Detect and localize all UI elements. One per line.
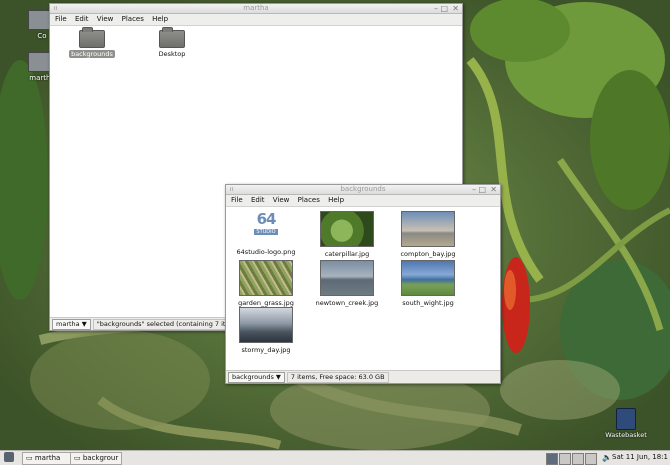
desktop-icon-label: Wastebasket [605, 431, 647, 439]
file-item[interactable]: stormy_day.jpg [226, 307, 306, 354]
file-item[interactable]: compton_bay.jpg [388, 211, 468, 258]
file-label: south_wight.jpg [402, 299, 454, 307]
clock[interactable]: Sat 11 Jun, 18:1 [612, 451, 668, 464]
close-icon[interactable]: ✕ [452, 4, 459, 13]
file-item[interactable]: 64 STUDIO 64studio-logo.png [226, 211, 306, 256]
file-label: newtown_creek.jpg [315, 299, 379, 307]
taskbar-label: martha [34, 454, 61, 462]
location-dropdown[interactable]: martha ▼ [52, 319, 91, 330]
window-title: martha [243, 4, 269, 12]
taskbar-button-martha[interactable]: ▭ martha [22, 452, 72, 465]
file-label: caterpillar.jpg [324, 250, 370, 258]
desktop-icon-label: Co [37, 32, 47, 40]
minimize-icon[interactable]: – [472, 185, 476, 194]
logo-word: STUDIO [254, 229, 278, 235]
workspace-2[interactable] [559, 453, 571, 465]
close-icon[interactable]: ✕ [490, 185, 497, 194]
menu-places[interactable]: Places [298, 196, 320, 204]
window-menu-icon[interactable]: ⠶ [53, 4, 58, 13]
folder-icon [79, 27, 105, 48]
file-manager-window-backgrounds[interactable]: ⠶ backgrounds – □ ✕ File Edit View Place… [225, 184, 501, 384]
file-label: 64studio-logo.png [236, 248, 296, 256]
volume-icon[interactable]: 🔈 [602, 451, 612, 464]
folder-label: Desktop [158, 50, 186, 58]
wastebasket-icon [616, 408, 636, 430]
status-text: 7 items, Free space: 63.0 GB [286, 372, 389, 383]
file-item[interactable]: newtown_creek.jpg [307, 260, 387, 307]
folder-desktop[interactable]: Desktop [142, 27, 202, 58]
menu-view[interactable]: View [97, 15, 114, 23]
statusbar: backgrounds ▼ 7 items, Free space: 63.0 G… [226, 370, 500, 383]
minimize-icon[interactable]: – [434, 4, 438, 13]
file-item[interactable]: garden_grass.jpg [226, 260, 306, 307]
menubar: File Edit View Places Help [50, 14, 462, 26]
window-menu-icon[interactable]: ⠶ [229, 185, 234, 194]
taskbar-label: backgrour [82, 454, 119, 462]
menu-edit[interactable]: Edit [75, 15, 89, 23]
garden-grass-thumbnail [239, 260, 293, 296]
menu-help[interactable]: Help [328, 196, 344, 204]
menu-help[interactable]: Help [152, 15, 168, 23]
folder-backgrounds[interactable]: backgrounds [62, 27, 122, 58]
taskbar-button-backgrounds[interactable]: ▭ backgrour [70, 452, 122, 465]
menu-places[interactable]: Places [122, 15, 144, 23]
maximize-icon[interactable]: □ [440, 4, 448, 13]
window-titlebar[interactable]: ⠶ backgrounds – □ ✕ [226, 185, 500, 195]
main-menu-icon[interactable] [4, 452, 14, 462]
window-title: backgrounds [340, 185, 386, 193]
workspace-1[interactable] [546, 453, 558, 465]
maximize-icon[interactable]: □ [478, 185, 486, 194]
south-wight-thumbnail [401, 260, 455, 296]
file-item[interactable]: caterpillar.jpg [307, 211, 387, 258]
menu-edit[interactable]: Edit [251, 196, 265, 204]
logo-number: 64 [256, 210, 277, 228]
desktop-icon-wastebasket[interactable]: Wastebasket [598, 408, 654, 439]
workspace-4[interactable] [585, 453, 597, 465]
compton-bay-thumbnail [401, 211, 455, 247]
workspace-3[interactable] [572, 453, 584, 465]
menu-file[interactable]: File [231, 196, 243, 204]
menubar: File Edit View Places Help [226, 195, 500, 207]
studio-logo-thumbnail: 64 STUDIO [240, 211, 292, 245]
file-label: garden_grass.jpg [238, 299, 294, 307]
file-label: compton_bay.jpg [400, 250, 456, 258]
stormy-day-thumbnail [239, 307, 293, 343]
newtown-creek-thumbnail [320, 260, 374, 296]
window-titlebar[interactable]: ⠶ martha – □ ✕ [50, 4, 462, 14]
menu-file[interactable]: File [55, 15, 67, 23]
folder-label: backgrounds [69, 50, 115, 58]
location-label: martha [56, 320, 80, 328]
status-text: "backgrounds" selected (containing 7 it [92, 319, 230, 330]
location-dropdown[interactable]: backgrounds ▼ [228, 372, 285, 383]
file-item[interactable]: south_wight.jpg [388, 260, 468, 307]
location-label: backgrounds [232, 373, 274, 381]
folder-icon [159, 27, 185, 48]
menu-view[interactable]: View [273, 196, 290, 204]
bottom-panel: ▭ martha ▭ backgrour 🔈 Sat 11 Jun, 18:1 [0, 450, 670, 465]
caterpillar-thumbnail [320, 211, 374, 247]
file-label: stormy_day.jpg [241, 346, 291, 354]
